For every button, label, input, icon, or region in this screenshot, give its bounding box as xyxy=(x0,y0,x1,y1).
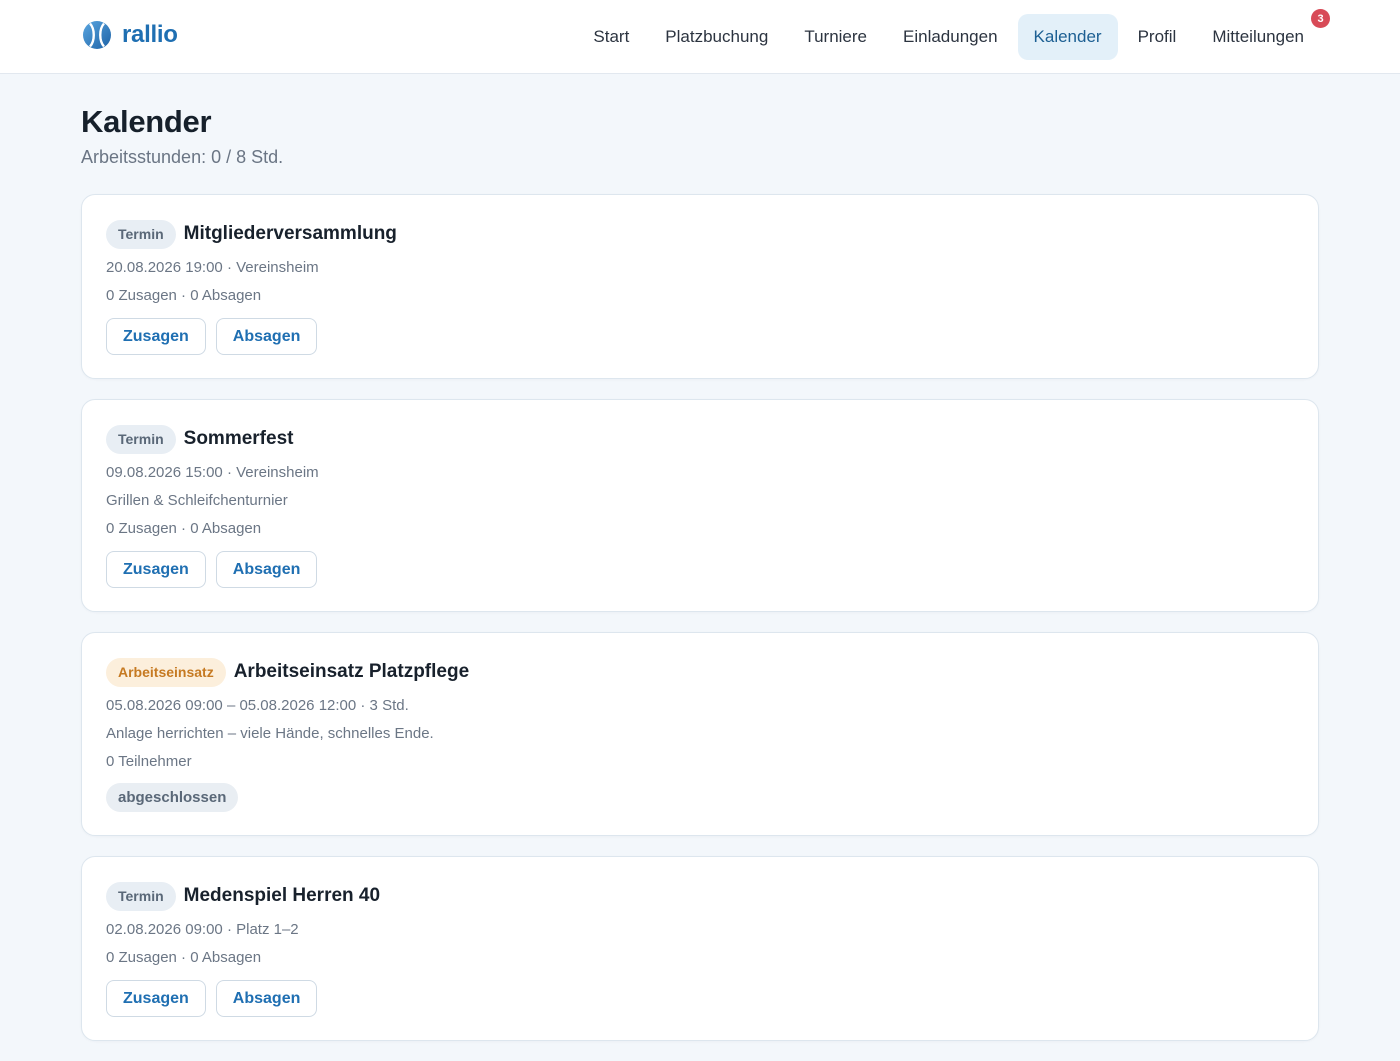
work-assignment-card: Arbeitseinsatz Arbeitseinsatz Platzpfleg… xyxy=(81,632,1319,836)
event-type-tag: Arbeitseinsatz xyxy=(106,657,226,687)
event-actions: Zusagen Absagen xyxy=(106,318,1294,355)
nav-item-turniere[interactable]: Turniere xyxy=(788,14,883,60)
event-date-location: 02.08.2026 09:00 · Platz 1–2 xyxy=(106,921,299,938)
event-date-range: 05.08.2026 09:00 – 05.08.2026 12:00 · 3 … xyxy=(106,697,409,714)
status-badge: abgeschlossen xyxy=(106,783,239,812)
event-date-location: 20.08.2026 19:00 · Vereinsheim xyxy=(106,259,319,276)
nav-item-kalender[interactable]: Kalender xyxy=(1017,14,1118,60)
page-title: Kalender xyxy=(81,104,212,139)
main-nav: Start Platzbuchung Turniere Einladungen … xyxy=(577,9,1330,60)
event-response-count: 0 Zusagen · 0 Absagen xyxy=(106,949,262,966)
brand[interactable]: rallio xyxy=(82,19,178,51)
event-response-count: 0 Zusagen · 0 Absagen xyxy=(106,287,262,304)
decline-button[interactable]: Absagen xyxy=(215,980,318,1017)
decline-button[interactable]: Absagen xyxy=(215,318,318,355)
nav-item-profil[interactable]: Profil xyxy=(1122,14,1193,60)
event-title: Arbeitseinsatz Platzpflege xyxy=(233,661,470,682)
nav-item-label: Mitteilungen xyxy=(1212,27,1304,46)
event-type-tag: Termin xyxy=(106,424,176,454)
accept-button[interactable]: Zusagen xyxy=(106,318,206,355)
event-date-location: 09.08.2026 15:00 · Vereinsheim xyxy=(106,464,319,481)
event-card-header: Termin Medenspiel Herren 40 xyxy=(106,881,1294,911)
event-title: Mitgliederversammlung xyxy=(183,223,397,244)
tennis-ball-icon xyxy=(83,21,111,49)
event-title: Sommerfest xyxy=(183,428,294,449)
decline-button[interactable]: Absagen xyxy=(215,551,318,588)
event-title: Medenspiel Herren 40 xyxy=(183,885,381,906)
event-description: Anlage herrichten – viele Hände, schnell… xyxy=(106,725,434,742)
event-card: Termin Medenspiel Herren 40 02.08.2026 0… xyxy=(81,856,1319,1041)
nav-item-mitteilungen[interactable]: Mitteilungen 3 xyxy=(1196,9,1330,60)
event-type-tag: Termin xyxy=(106,881,176,911)
event-description: Grillen & Schleifchenturnier xyxy=(106,492,288,509)
notification-badge: 3 xyxy=(1311,9,1330,28)
event-actions: Zusagen Absagen xyxy=(106,980,1294,1017)
event-card: Termin Mitgliederversammlung 20.08.2026 … xyxy=(81,194,1319,379)
event-type-tag: Termin xyxy=(106,219,176,249)
accept-button[interactable]: Zusagen xyxy=(106,551,206,588)
work-hours-summary: Arbeitsstunden: 0 / 8 Std. xyxy=(81,147,284,167)
accept-button[interactable]: Zusagen xyxy=(106,980,206,1017)
event-response-count: 0 Zusagen · 0 Absagen xyxy=(106,520,262,537)
nav-item-start[interactable]: Start xyxy=(577,14,645,60)
event-card-header: Arbeitseinsatz Arbeitseinsatz Platzpfleg… xyxy=(106,657,1294,687)
event-actions: Zusagen Absagen xyxy=(106,551,1294,588)
top-navigation-bar: rallio Start Platzbuchung Turniere Einla… xyxy=(0,0,1400,74)
brand-name: rallio xyxy=(122,21,178,48)
nav-item-einladungen[interactable]: Einladungen xyxy=(887,14,1014,60)
nav-item-platzbuchung[interactable]: Platzbuchung xyxy=(649,14,784,60)
event-card-header: Termin Sommerfest xyxy=(106,424,1294,454)
event-card: Termin Sommerfest 09.08.2026 15:00 · Ver… xyxy=(81,399,1319,612)
event-card-header: Termin Mitgliederversammlung xyxy=(106,219,1294,249)
event-list: Termin Mitgliederversammlung 20.08.2026 … xyxy=(81,194,1319,1061)
participant-count: 0 Teilnehmer xyxy=(106,753,192,770)
